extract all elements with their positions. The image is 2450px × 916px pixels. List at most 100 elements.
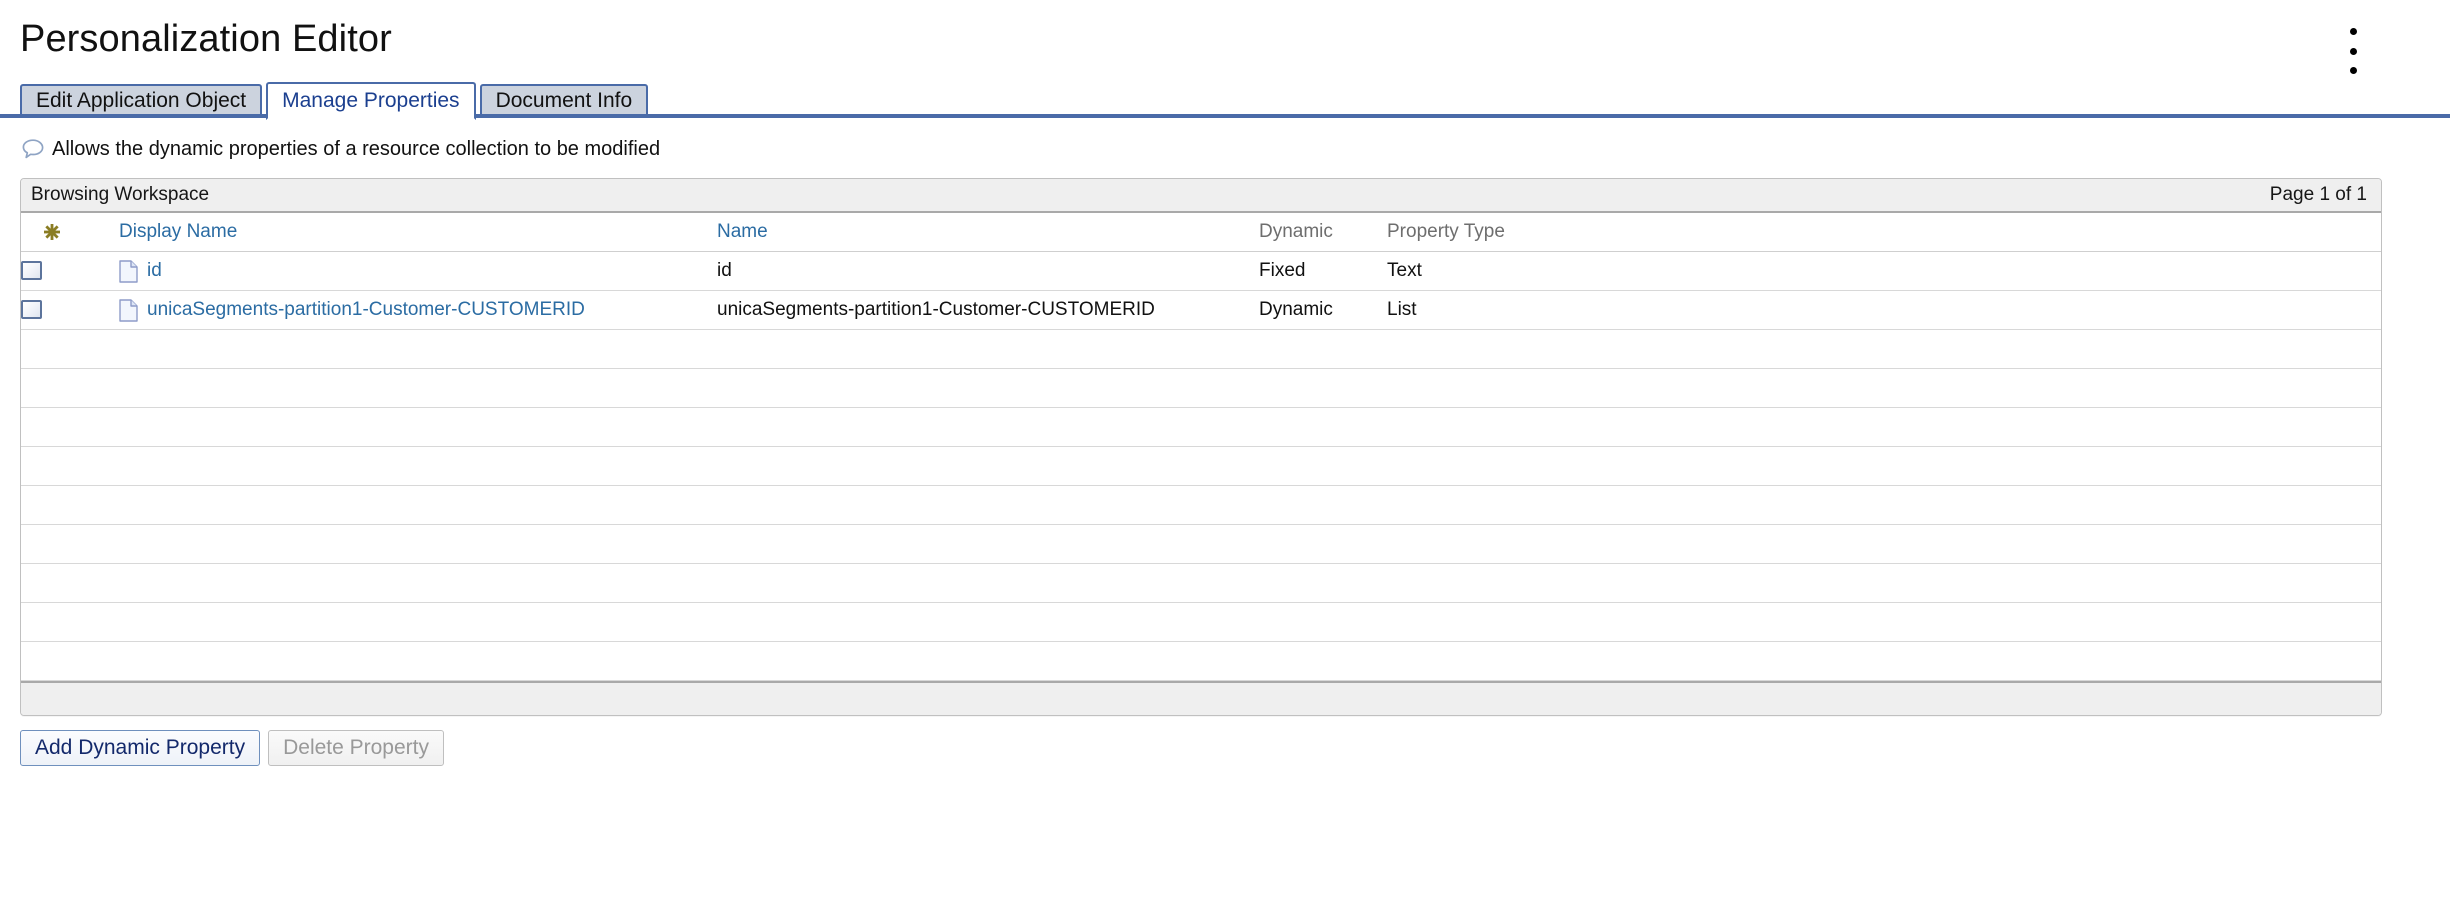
action-button-bar: Add Dynamic PropertyDelete Property <box>20 730 2450 766</box>
property-type-value: List <box>1381 299 1417 320</box>
name-cell: unicaSegments-partition1-Customer-CUSTOM… <box>683 291 1253 330</box>
row-select-cell <box>21 252 83 291</box>
panel-header-bar: Browsing Workspace Page 1 of 1 <box>21 179 2381 213</box>
empty-cell <box>1253 447 1381 486</box>
empty-cell <box>683 525 1253 564</box>
empty-cell <box>1253 330 1381 369</box>
empty-cell <box>1381 564 2382 603</box>
document-icon <box>119 260 138 283</box>
table-header: Display Name Name Dynamic Property Type <box>21 213 2382 252</box>
table-row-empty <box>21 603 2382 642</box>
row-checkbox[interactable] <box>21 300 42 319</box>
empty-cell <box>1253 525 1381 564</box>
add-dynamic-property-button[interactable]: Add Dynamic Property <box>20 730 260 766</box>
dynamic-value: Dynamic <box>1253 299 1333 320</box>
empty-cell <box>1381 603 2382 642</box>
empty-cell <box>683 642 1253 681</box>
empty-cell <box>21 642 83 681</box>
empty-cell <box>1253 603 1381 642</box>
empty-cell <box>21 564 83 603</box>
table-row-empty <box>21 525 2382 564</box>
properties-panel: Browsing Workspace Page 1 of 1 <box>20 178 2382 716</box>
empty-cell <box>83 486 683 525</box>
table-row-empty <box>21 408 2382 447</box>
empty-cell <box>683 330 1253 369</box>
empty-cell <box>1381 369 2382 408</box>
empty-cell <box>1381 525 2382 564</box>
empty-cell <box>83 369 683 408</box>
kebab-dot <box>2350 67 2357 74</box>
column-header-name[interactable]: Name <box>683 213 1253 252</box>
tab-manage-properties[interactable]: Manage Properties <box>266 82 475 120</box>
table-row-empty <box>21 369 2382 408</box>
empty-cell <box>83 525 683 564</box>
table-row-empty <box>21 447 2382 486</box>
kebab-dot <box>2350 48 2357 55</box>
tab-bar: Edit Application ObjectManage Properties… <box>0 78 2450 118</box>
empty-cell <box>21 330 83 369</box>
tab-edit-application-object[interactable]: Edit Application Object <box>20 84 262 118</box>
name-value: unicaSegments-partition1-Customer-CUSTOM… <box>683 299 1155 320</box>
column-header-dynamic: Dynamic <box>1253 213 1381 252</box>
empty-cell <box>683 369 1253 408</box>
kebab-dot <box>2350 28 2357 35</box>
empty-cell <box>83 447 683 486</box>
empty-cell <box>683 564 1253 603</box>
empty-cell <box>1253 408 1381 447</box>
display-name-link[interactable]: unicaSegments-partition1-Customer-CUSTOM… <box>147 299 585 321</box>
empty-cell <box>21 369 83 408</box>
empty-cell <box>1253 369 1381 408</box>
empty-cell <box>21 408 83 447</box>
speech-bubble-icon <box>20 137 46 161</box>
dynamic-cell: Dynamic <box>1253 291 1381 330</box>
empty-cell <box>1381 486 2382 525</box>
table-row-empty <box>21 486 2382 525</box>
table-row-empty <box>21 564 2382 603</box>
table-body: id id Fixed Text unicaSegments-partition1-Cu… <box>21 252 2382 681</box>
empty-cell <box>21 525 83 564</box>
dynamic-cell: Fixed <box>1253 252 1381 291</box>
empty-cell <box>1381 408 2382 447</box>
empty-cell <box>683 603 1253 642</box>
delete-property-button: Delete Property <box>268 730 444 766</box>
empty-cell <box>683 408 1253 447</box>
empty-cell <box>1253 642 1381 681</box>
name-value: id <box>683 260 732 281</box>
empty-cell <box>83 564 683 603</box>
property-type-value: Text <box>1381 260 1422 281</box>
display-name-cell: id <box>83 252 683 291</box>
hint-row: Allows the dynamic properties of a resou… <box>20 134 2450 164</box>
empty-cell <box>1381 330 2382 369</box>
empty-cell <box>21 486 83 525</box>
empty-cell <box>683 486 1253 525</box>
properties-table: Display Name Name Dynamic Property Type … <box>21 213 2382 681</box>
row-checkbox[interactable] <box>21 261 42 280</box>
empty-cell <box>83 642 683 681</box>
property-type-cell: Text <box>1381 252 2382 291</box>
column-header-property-type: Property Type <box>1381 213 2382 252</box>
display-name-cell: unicaSegments-partition1-Customer-CUSTOM… <box>83 291 683 330</box>
page-info: Page 1 of 1 <box>2270 184 2367 206</box>
kebab-menu-icon[interactable] <box>2340 28 2366 74</box>
empty-cell <box>83 330 683 369</box>
empty-cell <box>1253 486 1381 525</box>
table-row-empty <box>21 642 2382 681</box>
empty-cell <box>1381 447 2382 486</box>
empty-cell <box>83 408 683 447</box>
display-name-link[interactable]: id <box>147 260 162 282</box>
table-row[interactable]: id id Fixed Text <box>21 252 2382 291</box>
tab-list: Edit Application ObjectManage Properties… <box>20 78 2450 118</box>
table-row[interactable]: unicaSegments-partition1-Customer-CUSTOM… <box>21 291 2382 330</box>
hint-text: Allows the dynamic properties of a resou… <box>52 138 660 161</box>
empty-cell <box>1381 642 2382 681</box>
page-header: Personalization Editor <box>0 0 2450 78</box>
document-icon <box>119 299 138 322</box>
table-header-row: Display Name Name Dynamic Property Type <box>21 213 2382 252</box>
page-title: Personalization Editor <box>20 18 392 61</box>
column-header-display-name[interactable]: Display Name <box>83 213 683 252</box>
tab-document-info[interactable]: Document Info <box>480 84 649 118</box>
empty-cell <box>83 603 683 642</box>
dynamic-value: Fixed <box>1253 260 1305 281</box>
empty-cell <box>683 447 1253 486</box>
column-header-select <box>21 213 83 252</box>
